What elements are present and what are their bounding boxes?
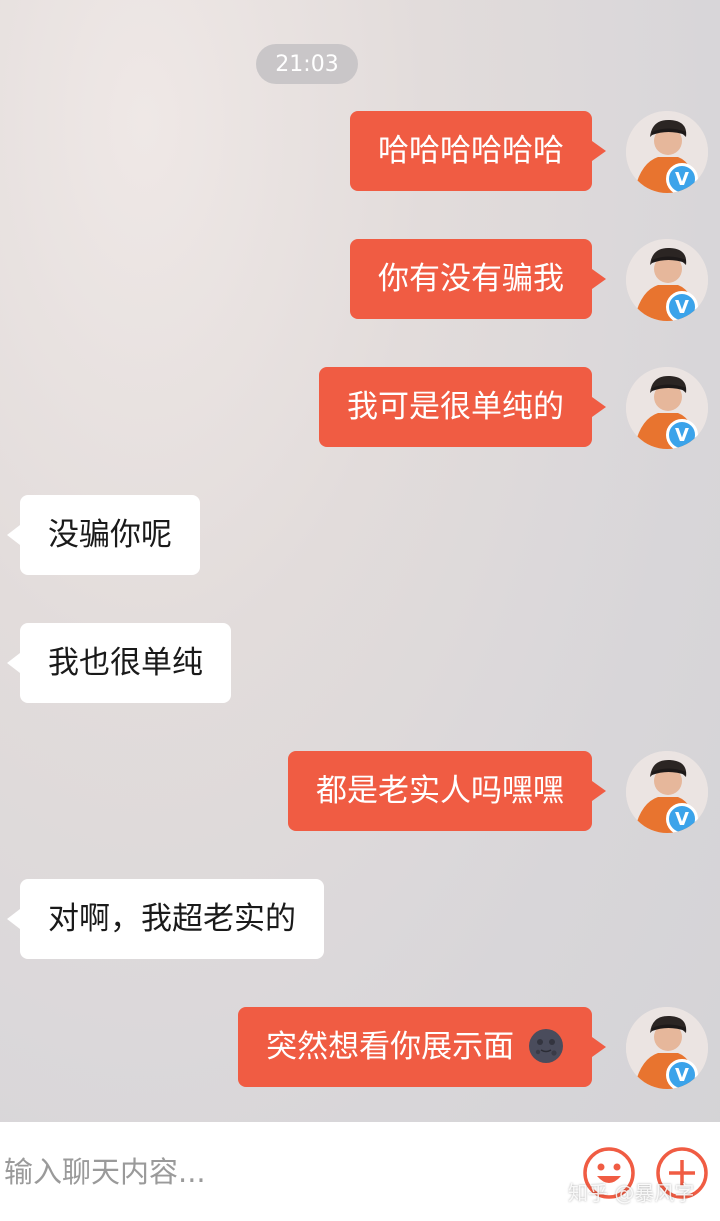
message-row-outgoing: 我可是很单纯的 V	[0, 367, 720, 449]
message-bubble-outgoing[interactable]: 突然想看你展示面	[238, 1007, 606, 1087]
verified-badge-icon: V	[666, 163, 698, 193]
message-bubble-incoming[interactable]: 我也很单纯	[7, 623, 231, 703]
message-text: 我可是很单纯的	[347, 389, 564, 425]
message-row-outgoing: 哈哈哈哈哈哈 V	[0, 111, 720, 193]
message-row-incoming: 没骗你呢	[0, 495, 720, 577]
input-bar: 输入聊天内容...	[0, 1122, 720, 1221]
message-text: 对啊，我超老实的	[48, 901, 296, 937]
message-row-incoming: 对啊，我超老实的	[0, 879, 720, 961]
verified-badge-icon: V	[666, 291, 698, 321]
message-text: 我也很单纯	[48, 645, 203, 681]
message-row-incoming: 我也很单纯	[0, 623, 720, 705]
message-text: 哈哈哈哈哈哈	[378, 133, 564, 169]
message-text: 都是老实人吗嘿嘿	[316, 773, 564, 809]
message-row-outgoing: 突然想看你展示面 V	[0, 1007, 720, 1089]
message-row-outgoing: 你有没有骗我 V	[0, 239, 720, 321]
message-bubble-outgoing[interactable]: 哈哈哈哈哈哈	[350, 111, 606, 191]
message-bubble-incoming[interactable]: 没骗你呢	[7, 495, 200, 575]
avatar[interactable]: V	[626, 751, 708, 833]
avatar[interactable]: V	[626, 367, 708, 449]
timestamp-pill: 21:03	[256, 44, 358, 84]
avatar[interactable]: V	[626, 239, 708, 321]
watermark: 知乎 @暴风字	[568, 1181, 695, 1205]
message-row-outgoing: 都是老实人吗嘿嘿 V	[0, 751, 720, 833]
message-bubble-outgoing[interactable]: 我可是很单纯的	[319, 367, 606, 447]
new-moon-face-icon	[529, 1028, 563, 1063]
chat-area: 21:03 哈哈哈哈哈哈 V 你有没有骗我 V 我可是很单纯的 V 没骗你呢 我…	[0, 0, 720, 1122]
avatar[interactable]: V	[626, 1007, 708, 1089]
message-text: 突然想看你展示面	[266, 1029, 515, 1065]
message-bubble-incoming[interactable]: 对啊，我超老实的	[7, 879, 324, 959]
verified-badge-icon: V	[666, 419, 698, 449]
chat-input-placeholder: 输入聊天内容...	[4, 1155, 206, 1189]
timestamp-text: 21:03	[275, 51, 339, 77]
chat-input-field[interactable]: 输入聊天内容...	[4, 1148, 564, 1196]
verified-badge-icon: V	[666, 803, 698, 833]
message-bubble-outgoing[interactable]: 都是老实人吗嘿嘿	[288, 751, 606, 831]
verified-badge-icon: V	[666, 1059, 698, 1089]
message-text: 你有没有骗我	[378, 261, 564, 297]
message-bubble-outgoing[interactable]: 你有没有骗我	[350, 239, 606, 319]
message-text: 没骗你呢	[48, 517, 172, 553]
avatar[interactable]: V	[626, 111, 708, 193]
